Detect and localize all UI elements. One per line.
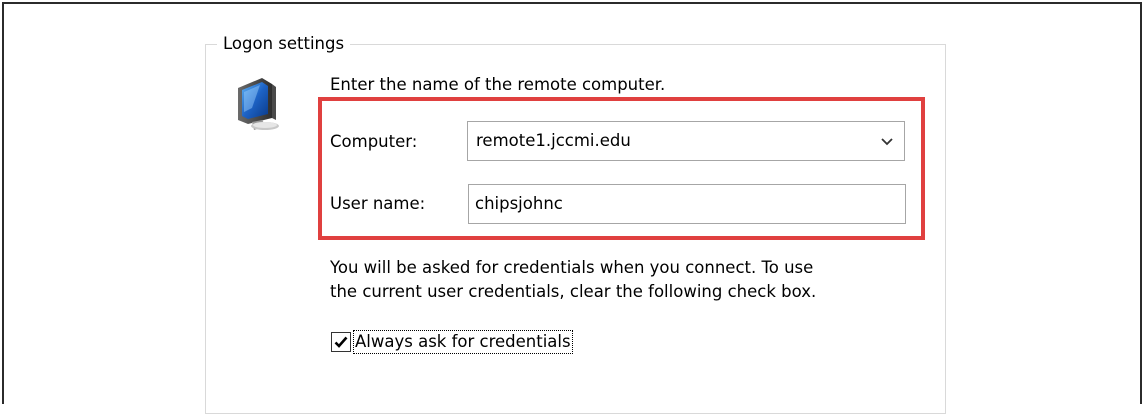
chevron-down-icon[interactable] bbox=[880, 134, 894, 148]
username-label: User name: bbox=[330, 194, 426, 213]
computer-monitor-icon bbox=[232, 74, 296, 134]
credentials-info-text: You will be asked for credentials when y… bbox=[330, 256, 920, 304]
credentials-info-line-2: the current user credentials, clear the … bbox=[330, 282, 817, 301]
username-input[interactable]: chipsjohnc bbox=[468, 184, 906, 224]
checkmark-icon bbox=[334, 336, 348, 348]
logon-settings-legend: Logon settings bbox=[217, 33, 351, 55]
computer-combobox[interactable]: remote1.jccmi.edu bbox=[467, 121, 905, 161]
always-ask-label[interactable]: Always ask for credentials bbox=[353, 330, 573, 354]
credentials-info-line-1: You will be asked for credentials when y… bbox=[330, 258, 814, 277]
computer-label: Computer: bbox=[330, 132, 418, 151]
username-value[interactable]: chipsjohnc bbox=[475, 193, 563, 215]
computer-value[interactable]: remote1.jccmi.edu bbox=[476, 130, 631, 152]
always-ask-checkbox[interactable] bbox=[331, 332, 351, 352]
logon-settings-groupbox bbox=[205, 44, 946, 414]
instruction-text: Enter the name of the remote computer. bbox=[330, 75, 666, 94]
